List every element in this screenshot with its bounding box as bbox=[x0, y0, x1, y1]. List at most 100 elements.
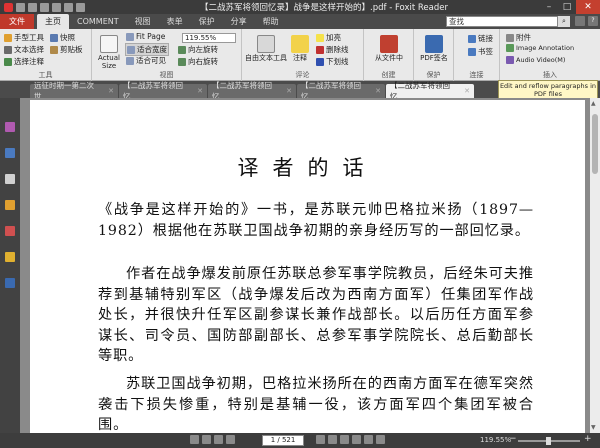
close-tab-icon[interactable]: ✕ bbox=[197, 87, 203, 95]
pdf-sign-button[interactable]: PDF签名 bbox=[416, 35, 452, 62]
film-icon bbox=[506, 56, 514, 64]
fit-width-icon bbox=[127, 45, 135, 54]
tab-protect[interactable]: 保护 bbox=[191, 14, 223, 29]
doc-tab[interactable]: 【二战苏军将领回忆... ✕ bbox=[119, 81, 207, 101]
group-link: 链接 书签 连接 bbox=[454, 29, 500, 81]
fit-visible-button[interactable]: 适合可见 bbox=[126, 55, 166, 66]
help-icon[interactable]: ? bbox=[588, 16, 598, 26]
attachments-panel-icon[interactable] bbox=[5, 226, 15, 236]
single-page-icon[interactable] bbox=[316, 435, 325, 444]
group-label: 创建 bbox=[381, 71, 396, 79]
navigation-panel bbox=[0, 98, 20, 433]
hand-tool-button[interactable]: 手型工具 bbox=[4, 32, 44, 43]
ribbon: 手型工具 快照 文本选择 剪贴板 选择注释 工具 Actual Size Fit… bbox=[0, 29, 600, 81]
split-view-icon[interactable] bbox=[364, 435, 373, 444]
search-icon[interactable]: ⌕ bbox=[558, 16, 570, 27]
zoom-in-button[interactable]: + bbox=[584, 434, 592, 444]
bookmarks-panel-icon[interactable] bbox=[5, 122, 15, 132]
audio-video-button[interactable]: Audio Video(M) bbox=[506, 56, 565, 64]
highlight-button[interactable]: 加亮 bbox=[316, 32, 341, 43]
tab-comment[interactable]: COMMENT bbox=[69, 14, 127, 29]
first-page-icon[interactable] bbox=[190, 435, 199, 444]
scroll-up-icon[interactable]: ▲ bbox=[591, 100, 596, 107]
close-tab-icon[interactable]: ✕ bbox=[108, 87, 114, 95]
group-label: 连接 bbox=[469, 71, 484, 79]
document-viewer[interactable]: 译者的话 《战争是这样开始的》一书，是苏联元帅巴格拉米扬（1897—1982）根… bbox=[20, 98, 590, 433]
tab-file[interactable]: 文件 bbox=[0, 14, 34, 29]
rotate-left-button[interactable]: 向左旋转 bbox=[178, 44, 218, 55]
paragraph: 《战争是这样开始的》一书，是苏联元帅巴格拉米扬（1897—1982）根据他在苏联… bbox=[98, 202, 534, 239]
snapshot-button[interactable]: 快照 bbox=[50, 32, 75, 43]
attachment-button[interactable]: 附件 bbox=[506, 32, 531, 43]
tab-form[interactable]: 表单 bbox=[159, 14, 191, 29]
facing-icon[interactable] bbox=[340, 435, 349, 444]
minimize-button[interactable]: – bbox=[540, 0, 558, 14]
underline-button[interactable]: 下划线 bbox=[316, 56, 349, 67]
tab-home[interactable]: 主页 bbox=[37, 14, 69, 29]
close-tab-icon[interactable]: ✕ bbox=[464, 87, 470, 95]
zoom-select[interactable]: 119.55% bbox=[182, 33, 236, 43]
hand-quick-icon[interactable] bbox=[16, 2, 25, 12]
clipboard-button[interactable]: 剪贴板 bbox=[50, 44, 83, 55]
doc-tab[interactable]: 【二战苏军将领回忆... ✕ bbox=[297, 81, 385, 101]
typewriter-button[interactable]: 自由文本工具 bbox=[244, 35, 288, 62]
prev-page-icon[interactable] bbox=[202, 435, 211, 444]
fit-page-button[interactable]: Fit Page bbox=[126, 32, 165, 41]
tab-help[interactable]: 帮助 bbox=[255, 14, 287, 29]
select-annotation-button[interactable]: 选择注释 bbox=[4, 56, 44, 67]
security-lock-icon[interactable] bbox=[5, 252, 15, 262]
close-tab-icon[interactable]: ✕ bbox=[375, 87, 381, 95]
page-number-input[interactable]: 1 / 521 bbox=[262, 435, 304, 446]
comments-panel-icon[interactable] bbox=[5, 200, 15, 210]
undo-icon[interactable] bbox=[64, 2, 73, 12]
fit-page-icon bbox=[126, 32, 134, 41]
from-file-button[interactable]: 从文件中 bbox=[366, 35, 412, 62]
app-logo-icon bbox=[4, 2, 13, 12]
doc-tab[interactable]: 远征时期一第二次世... ✕ bbox=[30, 81, 118, 101]
link-button[interactable]: 链接 bbox=[468, 33, 493, 44]
user-icon[interactable] bbox=[575, 16, 585, 26]
bookmark-button[interactable]: 书签 bbox=[468, 46, 493, 57]
print-icon[interactable] bbox=[52, 2, 61, 12]
signature-panel-icon[interactable] bbox=[5, 278, 15, 288]
note-button[interactable]: 注释 bbox=[288, 35, 312, 62]
last-page-icon[interactable] bbox=[226, 435, 235, 444]
redo-icon[interactable] bbox=[76, 2, 85, 12]
open-icon[interactable] bbox=[28, 2, 37, 12]
maximize-button[interactable]: □ bbox=[558, 0, 576, 14]
close-button[interactable]: ✕ bbox=[576, 0, 600, 14]
zoom-slider-knob[interactable] bbox=[546, 437, 551, 445]
layers-panel-icon[interactable] bbox=[5, 174, 15, 184]
next-page-icon[interactable] bbox=[214, 435, 223, 444]
hand-icon bbox=[4, 33, 12, 42]
search-input[interactable]: 查找 bbox=[446, 16, 558, 27]
save-icon[interactable] bbox=[40, 2, 49, 12]
note-icon bbox=[291, 35, 309, 53]
paragraph: 苏联卫国战争初期，巴格拉米扬所在的西南方面军在德军突然袭击下损失惨重，特别是基辅… bbox=[98, 376, 534, 433]
link-icon bbox=[468, 34, 476, 43]
title-bar: 【二战苏军将领回忆录】战争是这样开始的】.pdf - Foxit Reader … bbox=[0, 0, 600, 14]
scroll-thumb[interactable] bbox=[592, 114, 598, 174]
night-mode-icon[interactable] bbox=[376, 435, 385, 444]
pages-panel-icon[interactable] bbox=[5, 148, 15, 158]
image-annotation-button[interactable]: Image Annotation bbox=[506, 44, 574, 52]
paperclip-icon bbox=[506, 33, 514, 42]
doc-tab-active[interactable]: 【二战苏军将领回忆... ✕ bbox=[386, 81, 474, 101]
scroll-down-icon[interactable]: ▼ bbox=[591, 424, 596, 431]
continuous-facing-icon[interactable] bbox=[352, 435, 361, 444]
continuous-icon[interactable] bbox=[328, 435, 337, 444]
strikeout-button[interactable]: 删除线 bbox=[316, 44, 349, 55]
tab-view[interactable]: 视图 bbox=[127, 14, 159, 29]
tab-share[interactable]: 分享 bbox=[223, 14, 255, 29]
foxit-reader-window: 【二战苏军将领回忆录】战争是这样开始的】.pdf - Foxit Reader … bbox=[0, 0, 600, 448]
vertical-scrollbar[interactable]: ▲ ▼ bbox=[590, 98, 600, 433]
zoom-out-button[interactable]: − bbox=[509, 434, 517, 444]
zoom-slider[interactable] bbox=[518, 437, 580, 445]
rotate-right-button[interactable]: 向右旋转 bbox=[178, 56, 218, 67]
clipboard-icon bbox=[50, 45, 58, 54]
doc-tab[interactable]: 【二战苏军将领回忆... ✕ bbox=[208, 81, 296, 101]
actual-size-button[interactable]: Actual Size bbox=[94, 35, 124, 70]
text-select-button[interactable]: 文本选择 bbox=[4, 44, 44, 55]
close-tab-icon[interactable]: ✕ bbox=[286, 87, 292, 95]
group-label: 工具 bbox=[38, 71, 53, 79]
